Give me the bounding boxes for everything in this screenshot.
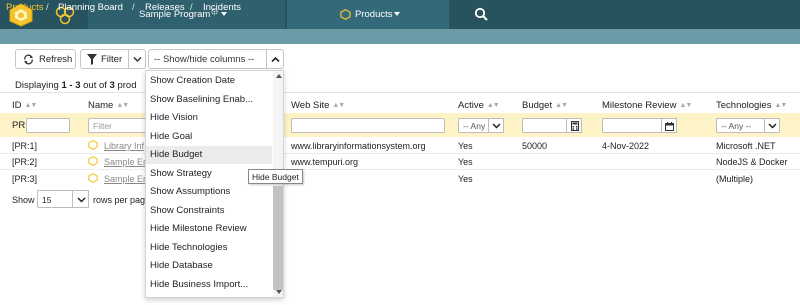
row-id: [PR:3] [12,174,38,184]
chevron-up-icon [271,56,280,63]
scroll-up-icon[interactable] [276,74,282,78]
filter-button[interactable]: Filter [80,49,146,69]
column-header-milestone-review[interactable]: Milestone Review ▲▼ [602,100,692,111]
product-hex-icon [88,140,98,150]
active-filter-select[interactable]: -- Any -- [458,118,504,133]
technologies-filter-select[interactable]: -- Any -- [716,118,780,133]
menu-item-show-baselining[interactable]: Show Baselining Enab... [146,91,272,109]
sort-icon[interactable]: ▲▼ [116,102,129,109]
breadcrumb-separator: / [46,2,49,13]
chevron-down-icon[interactable] [488,118,504,133]
divider [0,92,800,93]
scroll-down-icon[interactable] [276,290,282,294]
chevron-down-icon [394,12,400,16]
chevron-down-icon[interactable] [133,56,142,63]
id-prefix-label: PR [12,120,26,131]
row-technologies: Microsoft .NET [716,141,776,151]
row-active: Yes [458,141,473,151]
column-header-active[interactable]: Active ▲▼ [458,100,500,111]
calculator-icon[interactable] [566,118,582,133]
sort-icon[interactable]: ▲▼ [555,102,568,109]
row-id: [PR:1] [12,141,38,151]
row-milestone: 4-Nov-2022 [602,141,650,151]
menu-item-show-creation-date[interactable]: Show Creation Date [146,72,272,90]
product-hex-icon [88,156,98,166]
refresh-button[interactable]: Refresh [15,49,76,69]
row-id: [PR:2] [12,157,38,167]
divider [128,50,129,68]
filter-label: Filter [101,54,123,65]
row-active: Yes [458,174,473,184]
menu-item-show-constraints[interactable]: Show Constraints [146,202,272,220]
sort-icon[interactable]: ▲▼ [679,102,692,109]
column-header-name[interactable]: Name ▲▼ [88,100,129,111]
tab-incidents[interactable]: Incidents [203,2,241,13]
calendar-icon[interactable] [661,118,677,133]
column-header-id[interactable]: ID ▲▼ [12,100,38,111]
show-hide-columns-label: -- Show/hide columns -- [154,54,255,65]
scrollbar-thumb[interactable] [273,186,283,290]
sort-icon[interactable]: ▲▼ [332,102,345,109]
sort-icon[interactable]: ▲▼ [25,102,38,109]
show-label: Show [12,195,35,205]
menu-item-hide-vision[interactable]: Hide Vision [146,109,272,127]
row-active: Yes [458,157,473,167]
results-summary: Displaying 1 - 3 out of 3 prod [15,80,137,91]
name-filter-input[interactable]: Filter [88,118,146,133]
columns-toggle[interactable] [266,49,284,69]
sort-icon[interactable]: ▲▼ [774,102,787,109]
milestone-filter-input[interactable] [602,118,677,133]
budget-filter-input[interactable] [522,118,582,133]
product-name-link[interactable]: Sample Er [104,174,146,184]
page-size-select[interactable]: 15 [37,190,89,208]
row-budget: 50000 [522,141,548,151]
column-header-budget[interactable]: Budget ▲▼ [522,100,568,111]
column-header-website[interactable]: Web Site ▲▼ [291,100,345,111]
chevron-down-icon[interactable] [764,118,780,133]
row-website: www.tempuri.org [291,157,359,167]
menu-item-hide-business-import[interactable]: Hide Business Import... [146,276,272,294]
id-filter-input[interactable] [26,118,70,133]
show-hide-columns-select[interactable]: -- Show/hide columns -- [148,49,284,69]
product-name-link[interactable]: Library Inf [104,141,144,151]
columns-dropdown-menu: Show Creation Date Show Baselining Enab.… [145,70,284,298]
menu-item-hide-database[interactable]: Hide Database [146,257,272,275]
divider [0,169,800,170]
row-technologies: (Multiple) [716,174,754,184]
menu-item-hide-goal[interactable]: Hide Goal [146,128,272,146]
product-name-link[interactable]: Sample Er [104,157,146,167]
column-header-technologies[interactable]: Technologies ▲▼ [716,100,787,111]
sort-icon[interactable]: ▲▼ [487,102,500,109]
menu-item-hide-budget[interactable]: Hide Budget [146,146,272,164]
product-hex-icon [340,9,351,20]
tab-planning-board[interactable]: Planning Board [58,2,123,13]
products-label[interactable]: Products [355,9,393,20]
tooltip: Hide Budget [248,169,303,184]
breadcrumb-separator: / [190,2,193,13]
refresh-icon [23,54,34,65]
chevron-down-icon[interactable] [72,190,89,208]
tab-releases[interactable]: Releases [145,2,185,13]
menu-item-show-assumptions[interactable]: Show Assumptions [146,183,272,201]
tab-products[interactable]: Products [6,2,44,13]
breadcrumb [0,29,800,44]
row-website: www.libraryinformationsystem.org [291,141,426,151]
website-filter-input[interactable] [291,118,445,133]
breadcrumb-separator: / [132,2,135,13]
search-icon[interactable] [474,7,488,21]
menu-item-hide-milestone-review[interactable]: Hide Milestone Review [146,220,272,238]
refresh-label: Refresh [39,54,73,65]
row-technologies: NodeJS & Docker [716,157,788,167]
product-hex-icon [88,173,98,183]
filter-icon [87,54,97,65]
menu-item-hide-technologies[interactable]: Hide Technologies [146,239,272,257]
divider [0,153,800,154]
rows-per-page-label: rows per pag [93,195,146,205]
